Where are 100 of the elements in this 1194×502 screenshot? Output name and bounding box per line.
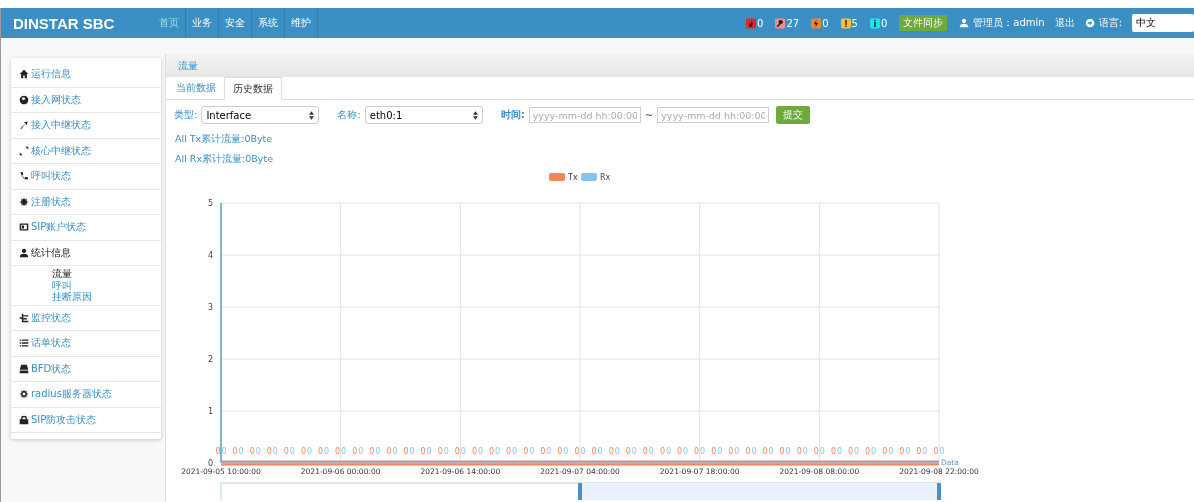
logo: DINSTAR SBC xyxy=(13,14,116,32)
data-label: 0 xyxy=(888,447,894,456)
axis-tick-label: 2 xyxy=(207,355,213,364)
data-label: 0 xyxy=(608,447,614,456)
data-label: 0 xyxy=(694,447,700,456)
data-label: 0 xyxy=(728,447,734,456)
data-label: 0 xyxy=(762,447,768,456)
axis-tick-label: 5 xyxy=(207,199,213,208)
data-label: 0 xyxy=(540,447,546,456)
data-label: 0 xyxy=(375,447,381,456)
data-label: 0 xyxy=(882,447,888,456)
data-label: 0 xyxy=(249,447,255,456)
data-label: 0 xyxy=(700,447,706,456)
data-label: 0 xyxy=(785,447,791,456)
data-label: 0 xyxy=(409,447,415,456)
data-label: 0 xyxy=(905,447,911,456)
data-label: 0 xyxy=(683,447,689,456)
data-label: 0 xyxy=(300,447,306,456)
data-label: 0 xyxy=(939,447,945,456)
data-label: 0 xyxy=(813,447,819,456)
data-label: 0 xyxy=(546,447,552,456)
data-label: 0 xyxy=(392,447,398,456)
data-label: 0 xyxy=(922,447,928,456)
data-label: 0 xyxy=(529,447,535,456)
type-label: 类型: xyxy=(174,108,198,122)
data-label: 0 xyxy=(221,447,227,456)
data-label: 0 xyxy=(591,447,597,456)
data-label: 0 xyxy=(899,447,905,456)
data-label: 0 xyxy=(324,447,330,456)
data-label: 0 xyxy=(489,447,495,456)
data-label: 0 xyxy=(751,447,757,456)
data-label: 0 xyxy=(597,447,603,456)
data-label: 0 xyxy=(802,447,808,456)
axis-tick-label: 0 xyxy=(207,459,213,468)
data-label: 0 xyxy=(796,447,802,456)
data-label: 0 xyxy=(266,447,272,456)
data-label: 0 xyxy=(768,447,774,456)
data-label: 0 xyxy=(854,447,860,456)
alert-count: 27 xyxy=(786,17,800,29)
data-label: 0 xyxy=(318,447,324,456)
data-label: 0 xyxy=(477,447,483,456)
data-label: 0 xyxy=(871,447,877,456)
data-label: 0 xyxy=(386,447,392,456)
data-label: 0 xyxy=(238,447,244,456)
alert-count: 5 xyxy=(851,17,858,29)
panel-title: 流量 xyxy=(178,58,198,73)
data-label: 0 xyxy=(460,447,466,456)
data-label: 0 xyxy=(642,447,648,456)
alert-count: 0 xyxy=(880,17,888,29)
data-label: 0 xyxy=(734,447,740,456)
data-label: 0 xyxy=(335,447,341,456)
data-label: 0 xyxy=(215,447,221,456)
data-label: 0 xyxy=(933,447,939,456)
data-label: 0 xyxy=(369,447,375,456)
data-label: 0 xyxy=(819,447,825,456)
data-label: 0 xyxy=(830,447,836,456)
data-label: 0 xyxy=(717,447,723,456)
data-label: 0 xyxy=(631,447,637,456)
data-label: 0 xyxy=(443,447,449,456)
data-label: 0 xyxy=(665,447,671,456)
data-label: 0 xyxy=(574,447,580,456)
data-label: 0 xyxy=(283,447,289,456)
data-label: 0 xyxy=(557,447,563,456)
alert-count: 0 xyxy=(822,17,829,29)
time-label: 时间: xyxy=(500,108,525,122)
data-label: 0 xyxy=(563,447,569,456)
data-label: 0 xyxy=(916,447,922,456)
data-label: 0 xyxy=(512,447,518,456)
data-label: 0 xyxy=(454,447,460,456)
data-label: 0 xyxy=(659,447,665,456)
data-label: 0 xyxy=(523,447,529,456)
data-label: 0 xyxy=(836,447,842,456)
data-label: 0 xyxy=(420,447,426,456)
data-label: 0 xyxy=(711,447,717,456)
data-label: 0 xyxy=(306,447,312,456)
legend-label: Tx xyxy=(567,173,578,182)
data-label: 0 xyxy=(341,447,347,456)
traffic-total: All Tx累计流量:0Byte xyxy=(174,132,274,146)
data-label: 0 xyxy=(232,447,238,456)
traffic-total: All Rx累计流量:0Byte xyxy=(174,152,274,166)
language-label: 语言: xyxy=(1098,16,1122,30)
data-label: 0 xyxy=(495,447,501,456)
data-label: 0 xyxy=(403,447,409,456)
alert-count: 0 xyxy=(757,17,764,29)
user-label: 管理员：admin xyxy=(973,16,1045,30)
data-label: 0 xyxy=(614,447,620,456)
data-label: 0 xyxy=(471,447,477,456)
data-label: 0 xyxy=(255,447,261,456)
data-label: 0 xyxy=(358,447,364,456)
data-label: 0 xyxy=(677,447,683,456)
data-label: 0 xyxy=(779,447,785,456)
data-label: 0 xyxy=(352,447,358,456)
data-label: 0 xyxy=(580,447,586,456)
data-label: 0 xyxy=(272,447,278,456)
axis-tick-label: 3 xyxy=(207,303,213,312)
data-label: 0 xyxy=(848,447,854,456)
data-label: 0 xyxy=(625,447,631,456)
axis-tick-label: 1 xyxy=(207,407,213,416)
data-label: 0 xyxy=(289,447,295,456)
data-label: 0 xyxy=(648,447,654,456)
